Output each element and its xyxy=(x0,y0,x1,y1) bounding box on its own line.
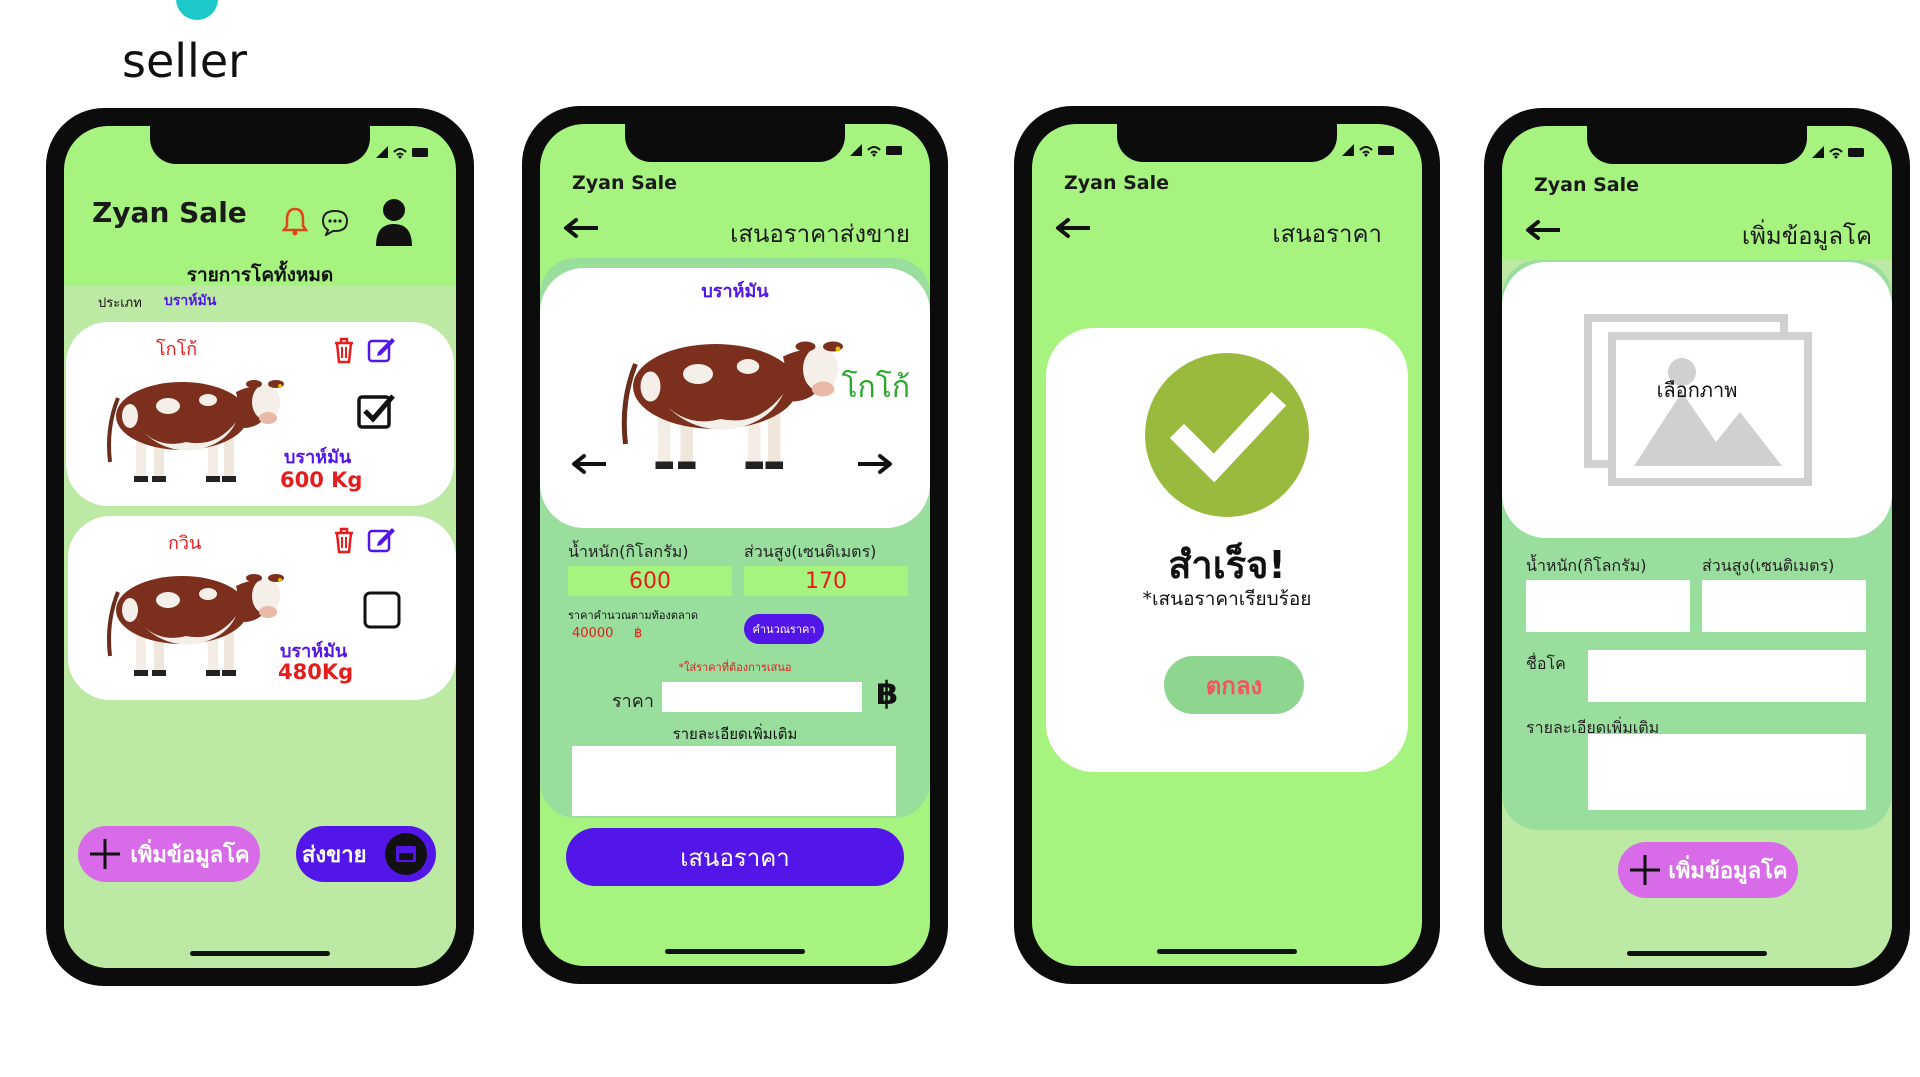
add-cow-label: เพิ่มข้อมูลโค xyxy=(130,842,250,868)
previous-arrow-icon[interactable] xyxy=(570,454,612,474)
add-cow-button[interactable]: เพิ่มข้อมูลโค xyxy=(1618,842,1798,898)
user-profile-icon[interactable] xyxy=(374,198,414,246)
details-label: รายละเอียดเพิ่มเติม xyxy=(672,725,798,743)
screen-success: Zyan Sale เสนอราคา สำเร็จ! *เสนอราคาเรีย… xyxy=(1032,124,1422,966)
home-indicator xyxy=(1157,949,1297,954)
seller-decoration-dot xyxy=(176,0,218,20)
checkbox-checked[interactable] xyxy=(356,392,396,432)
status-bar-icons xyxy=(1812,146,1865,160)
screen-title: เพิ่มข้อมูลโค xyxy=(1741,222,1872,250)
screen-title: เสนอราคา xyxy=(1272,220,1382,248)
plus-icon xyxy=(90,839,121,869)
type-filter-value[interactable]: บราห์มัน xyxy=(164,290,216,312)
submit-offer-button[interactable]: เสนอราคา xyxy=(566,828,904,886)
back-arrow-icon[interactable] xyxy=(1054,218,1096,238)
weight-field[interactable]: 600 xyxy=(568,566,732,596)
height-field[interactable]: 170 xyxy=(744,566,908,596)
market-price-label: ราคาคำนวณตามท้องตลาด xyxy=(568,609,699,622)
weight-label: น้ำหนัก(กิโลกรัม) xyxy=(568,542,689,561)
back-arrow-icon[interactable] xyxy=(1524,220,1566,240)
details-textarea[interactable] xyxy=(572,746,896,816)
status-bar-icons xyxy=(850,144,903,158)
cow-name-label: ชื่อโค xyxy=(1526,654,1566,673)
chat-icon[interactable] xyxy=(320,208,350,236)
height-label: ส่วนสูง(เซนติเมตร) xyxy=(744,542,877,561)
bell-icon[interactable] xyxy=(282,206,308,236)
add-cow-button[interactable]: เพิ่มข้อมูลโค xyxy=(78,826,260,882)
cow-card[interactable]: โกโก้ บราห์มัน 600 Kg xyxy=(66,322,454,506)
cow-card[interactable]: กวิน บราห์มัน 480Kg xyxy=(68,516,456,700)
home-indicator xyxy=(1627,951,1767,956)
cow-photo xyxy=(608,304,848,484)
plus-icon xyxy=(1630,855,1661,885)
phone-add-cow: Zyan Sale เพิ่มข้อมูลโค เลือกภาพ น้ำหนัก… xyxy=(1484,108,1910,986)
height-input[interactable] xyxy=(1702,580,1866,632)
phone-notch xyxy=(1117,124,1337,162)
cow-breed: บราห์มัน xyxy=(701,281,769,302)
home-indicator xyxy=(665,949,805,954)
status-bar-icons xyxy=(1342,144,1395,158)
delete-icon[interactable] xyxy=(332,336,356,364)
success-subtitle: *เสนอราคาเรียบร้อย xyxy=(1142,588,1312,610)
sell-button[interactable]: ส่งขาย xyxy=(296,826,436,882)
calculate-price-button[interactable]: คำนวณราคา xyxy=(744,614,824,644)
sell-label: ส่งขาย xyxy=(302,842,367,868)
price-hint: *ใส่ราคาที่ต้องการเสนอ xyxy=(678,661,792,674)
edit-icon[interactable] xyxy=(366,524,396,554)
store-icon xyxy=(385,833,427,875)
success-check-icon xyxy=(1145,353,1309,517)
type-label: ประเภท xyxy=(98,296,142,311)
details-textarea[interactable] xyxy=(1588,734,1866,810)
checkbox-unchecked[interactable] xyxy=(362,590,402,630)
cow-weight: 480Kg xyxy=(278,660,354,684)
success-dialog: สำเร็จ! *เสนอราคาเรียบร้อย ตกลง xyxy=(1046,328,1408,772)
delete-icon[interactable] xyxy=(332,526,356,554)
ok-button[interactable]: ตกลง xyxy=(1164,656,1304,714)
app-title: Zyan Sale xyxy=(1534,174,1640,196)
phone-cow-list: Zyan Sale รายการโคทั้งหมด ประเภท บราห์มั… xyxy=(46,108,474,986)
cow-photo xyxy=(107,378,286,484)
cow-name: โกโก้ xyxy=(841,370,910,405)
screen-offer-price: Zyan Sale เสนอราคาส่งขาย บราห์มัน โกโก้ … xyxy=(540,124,930,966)
seller-heading: seller xyxy=(122,34,248,88)
add-cow-label: เพิ่มข้อมูลโค xyxy=(1668,858,1788,884)
cow-name-input[interactable] xyxy=(1588,650,1866,702)
cow-photo xyxy=(107,572,286,678)
market-price-value: 40000 xyxy=(572,626,614,641)
cow-weight: 600 Kg xyxy=(280,468,363,492)
back-arrow-icon[interactable] xyxy=(562,218,604,238)
price-label: ราคา xyxy=(612,691,654,712)
cow-breed: บราห์มัน xyxy=(284,447,352,468)
weight-label: น้ำหนัก(กิโลกรัม) xyxy=(1526,556,1647,575)
home-indicator xyxy=(190,951,330,956)
edit-icon[interactable] xyxy=(366,334,396,364)
currency-symbol-small: ฿ xyxy=(634,626,643,641)
phone-success: Zyan Sale เสนอราคา สำเร็จ! *เสนอราคาเรีย… xyxy=(1014,106,1440,984)
weight-input[interactable] xyxy=(1526,580,1690,632)
cow-image-card: บราห์มัน โกโก้ xyxy=(540,268,930,528)
phone-notch xyxy=(625,124,845,162)
phone-notch xyxy=(1587,126,1807,164)
choose-image-label: เลือกภาพ xyxy=(1656,378,1738,402)
app-title: Zyan Sale xyxy=(1064,172,1170,194)
next-arrow-icon[interactable] xyxy=(852,454,894,474)
status-bar-icons xyxy=(376,146,429,160)
phone-notch xyxy=(150,126,370,164)
image-picker-card[interactable]: เลือกภาพ xyxy=(1502,262,1892,538)
currency-symbol: ฿ xyxy=(876,674,899,712)
height-label: ส่วนสูง(เซนติเมตร) xyxy=(1702,556,1835,575)
screen-add-cow: Zyan Sale เพิ่มข้อมูลโค เลือกภาพ น้ำหนัก… xyxy=(1502,126,1892,968)
app-title: Zyan Sale xyxy=(572,172,678,194)
screen-cow-list: Zyan Sale รายการโคทั้งหมด ประเภท บราห์มั… xyxy=(64,126,456,968)
price-input[interactable] xyxy=(662,682,862,712)
phone-offer-price: Zyan Sale เสนอราคาส่งขาย บราห์มัน โกโก้ … xyxy=(522,106,948,984)
app-title: Zyan Sale xyxy=(92,196,247,229)
screen-title: เสนอราคาส่งขาย xyxy=(730,220,910,248)
